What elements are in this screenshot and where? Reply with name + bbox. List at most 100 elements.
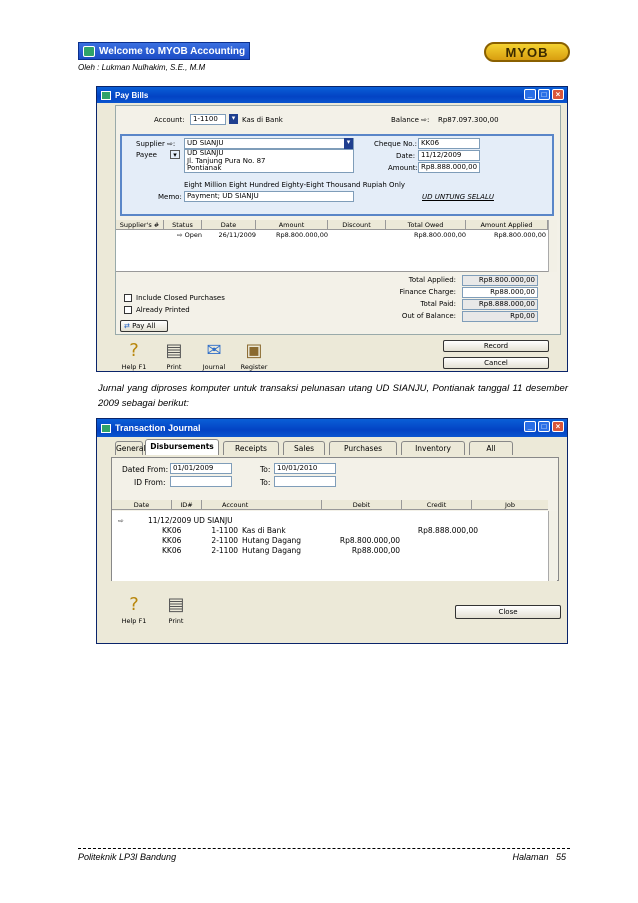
pay-bills-titlebar: Pay Bills _ □ × [97, 87, 567, 103]
tab-disbursements[interactable]: Disbursements [145, 439, 219, 455]
myob-welcome-banner: Welcome to MYOB Accounting [78, 42, 250, 60]
account-no-field[interactable]: 1-1100 [190, 114, 226, 125]
window-title: Transaction Journal [115, 423, 201, 433]
amount-field[interactable]: Rp8.888.000,00 [418, 162, 480, 173]
supplier-list-icon[interactable]: ▾ [344, 138, 353, 149]
cell-status: ⇨ Open [177, 231, 202, 239]
include-closed-checkbox[interactable] [124, 294, 132, 302]
window-title: Pay Bills [115, 90, 149, 100]
journal-panel: Dated From: 01/01/2009 To: 10/01/2010 ID… [111, 457, 559, 581]
memo-field[interactable]: Payment; UD SIANJU [184, 191, 354, 202]
col-discount: Discount [328, 220, 386, 229]
footer-divider [78, 848, 570, 849]
payee-dropdown-icon[interactable]: ▾ [170, 150, 180, 159]
cell-date: 26/11/2009 [218, 231, 256, 239]
author-line: Oleh : Lukman Nulhakim, S.E., M.M [78, 63, 206, 72]
printer-icon: ▤ [167, 594, 185, 615]
tab-receipts[interactable]: Receipts [223, 441, 279, 455]
close-icon[interactable]: × [552, 89, 564, 100]
payee-address-field[interactable]: UD SIANJU Jl. Tanjung Pura No. 87 Pontia… [184, 149, 354, 173]
register-label: Register [240, 363, 268, 371]
total-paid-value: Rp8.888.000,00 [462, 299, 538, 310]
col-supplier-no: Supplier's # [116, 220, 164, 229]
cell-amount: Rp8.800.000,00 [275, 231, 328, 239]
journal-table-body: ⇨ 11/12/2009 UD SIANJU KK06 1-1100 Kas d… [112, 511, 548, 581]
tab-all[interactable]: All [469, 441, 513, 455]
balance-value: Rp87.097.300,00 [438, 116, 499, 124]
finance-charge-label: Finance Charge: [399, 288, 456, 296]
cheque-no-field[interactable]: KK06 [418, 138, 480, 149]
journal-titlebar: Transaction Journal _ □ × [97, 419, 567, 437]
cheque-no-label: Cheque No.: [374, 140, 418, 148]
account-label: Account: [154, 116, 185, 124]
col-total-owed: Total Owed [386, 220, 466, 229]
id-to-field[interactable] [274, 476, 336, 487]
banner-title: Welcome to MYOB Accounting [99, 45, 246, 57]
cell-amount-applied[interactable]: Rp8.800.000,00 [466, 230, 546, 240]
maximize-button[interactable]: □ [538, 421, 550, 432]
account-list-icon[interactable]: ▾ [229, 114, 238, 124]
table-row[interactable]: KK06 2-1100 Hutang Dagang Rp8.800.000,00 [112, 536, 548, 546]
tab-general[interactable]: General [115, 441, 146, 455]
record-button[interactable]: Record [443, 340, 549, 352]
total-applied-value: Rp8.800.000,00 [462, 275, 538, 286]
col-date: Date [112, 500, 172, 509]
already-printed-checkbox[interactable] [124, 306, 132, 314]
supplier-field[interactable]: UD SIANJU [184, 138, 354, 149]
cheque-panel: Supplier ⇨: UD SIANJU ▾ Payee ▾ UD SIANJ… [120, 134, 554, 216]
close-icon[interactable]: × [552, 421, 564, 432]
zoom-arrow-icon[interactable]: ⇨ [118, 517, 124, 525]
journal-button[interactable]: ✉ Journal [195, 337, 233, 375]
cell-supplier-no [116, 230, 164, 240]
cell-id: KK06 [162, 546, 182, 555]
col-amount-applied: Amount Applied [466, 220, 548, 229]
cell-account-no: 2-1100 [211, 536, 238, 545]
help-icon: ? [129, 594, 139, 615]
table-row[interactable]: KK06 1-1100 Kas di Bank Rp8.888.000,00 [112, 526, 548, 536]
tab-sales[interactable]: Sales [283, 441, 325, 455]
print-button[interactable]: ▤ Print [155, 337, 193, 375]
cancel-button[interactable]: Cancel [443, 357, 549, 369]
col-date: Date [202, 220, 256, 229]
cell-account-no: 2-1100 [211, 546, 238, 555]
id-from-label: ID From: [134, 478, 166, 487]
journal-scrollbar[interactable] [548, 511, 557, 581]
total-applied-label: Total Applied: [408, 276, 456, 284]
myob-app-icon [83, 45, 95, 57]
finance-charge-field[interactable]: Rp88.000,00 [462, 287, 538, 298]
table-row[interactable]: ⇨ Open 26/11/2009 Rp8.800.000,00 Rp8.800… [116, 230, 548, 240]
register-button[interactable]: ▣ Register [235, 337, 273, 375]
date-field[interactable]: 11/12/2009 [418, 150, 480, 161]
minimize-button[interactable]: _ [524, 89, 536, 100]
date-label: Date: [396, 152, 416, 160]
col-credit: Credit [402, 500, 472, 509]
id-from-field[interactable] [170, 476, 232, 487]
cell-credit [400, 546, 478, 556]
myob-logo: MYOB [484, 42, 570, 62]
dated-from-field[interactable]: 01/01/2009 [170, 463, 232, 474]
account-name: Kas di Bank [242, 116, 283, 124]
entry-header: 11/12/2009 UD SIANJU [148, 516, 233, 525]
help-f1-button[interactable]: ? Help F1 [115, 591, 153, 629]
payee-line-3: Pontianak [187, 164, 222, 172]
print-button[interactable]: ▤ Print [157, 591, 195, 629]
balance-label: Balance ⇨: [391, 116, 430, 124]
print-label: Print [166, 363, 182, 371]
minimize-button[interactable]: _ [524, 421, 536, 432]
col-job: Job [504, 501, 516, 509]
already-printed-label: Already Printed [136, 306, 190, 314]
journal-tabs: General Disbursements Receipts Sales Pur… [115, 439, 555, 457]
table-row[interactable]: KK06 2-1100 Hutang Dagang Rp88.000,00 [112, 546, 548, 556]
bills-table-body: ⇨ Open 26/11/2009 Rp8.800.000,00 Rp8.800… [116, 230, 548, 272]
pay-all-button[interactable]: ⇄ Pay All [120, 320, 168, 332]
bills-scrollbar[interactable] [548, 220, 557, 272]
dated-to-field[interactable]: 10/01/2010 [274, 463, 336, 474]
tab-inventory[interactable]: Inventory [401, 441, 465, 455]
tab-purchases[interactable]: Purchases [329, 441, 397, 455]
help-label: Help F1 [121, 617, 147, 625]
include-closed-label: Include Closed Purchases [136, 294, 225, 302]
cell-debit: Rp8.800.000,00 [339, 536, 400, 545]
close-button[interactable]: Close [455, 605, 561, 619]
help-f1-button[interactable]: ? Help F1 [115, 337, 153, 375]
maximize-button[interactable]: □ [538, 89, 550, 100]
